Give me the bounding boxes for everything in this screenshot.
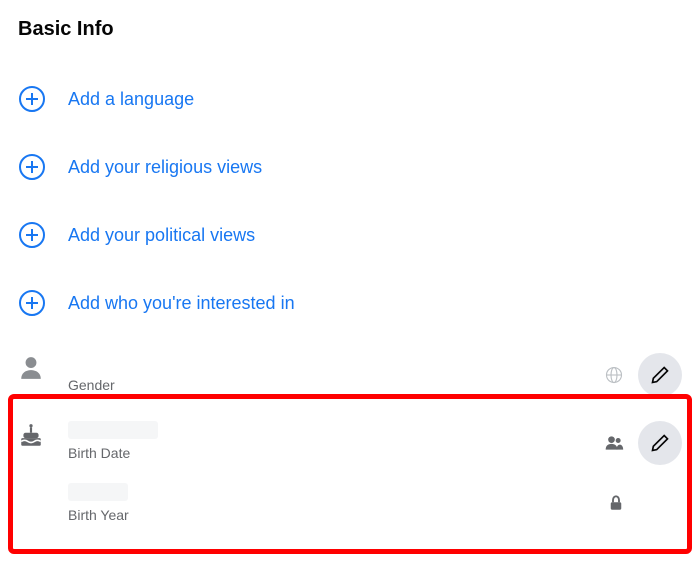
lock-icon[interactable] <box>606 493 626 513</box>
globe-icon[interactable] <box>604 365 624 385</box>
add-religious-views-row[interactable]: Add your religious views <box>18 133 682 201</box>
edit-birth-date-button[interactable] <box>638 421 682 465</box>
gender-row: Gender <box>18 337 682 405</box>
add-interested-in-label: Add who you're interested in <box>68 293 295 314</box>
add-interested-in-row[interactable]: Add who you're interested in <box>18 269 682 337</box>
birth-date-label: Birth Date <box>68 445 582 461</box>
add-political-views-label: Add your political views <box>68 225 255 246</box>
section-title: Basic Info <box>18 18 682 41</box>
birth-year-label: Birth Year <box>68 507 606 523</box>
add-language-row[interactable]: Add a language <box>18 65 682 133</box>
add-religious-views-label: Add your religious views <box>68 157 262 178</box>
gender-label: Gender <box>68 377 582 393</box>
add-language-label: Add a language <box>68 89 194 110</box>
plus-circle-icon <box>18 289 46 317</box>
person-icon <box>18 355 46 383</box>
birth-date-row: Birth Date <box>18 405 682 473</box>
birthday-cake-icon <box>18 423 46 451</box>
birth-year-row: Birth Year <box>18 473 682 531</box>
birth-date-value <box>68 421 158 439</box>
plus-circle-icon <box>18 85 46 113</box>
add-political-views-row[interactable]: Add your political views <box>18 201 682 269</box>
birth-year-value <box>68 483 128 501</box>
plus-circle-icon <box>18 221 46 249</box>
gender-value <box>68 353 582 371</box>
friends-icon[interactable] <box>604 433 624 453</box>
plus-circle-icon <box>18 153 46 181</box>
edit-gender-button[interactable] <box>638 353 682 397</box>
